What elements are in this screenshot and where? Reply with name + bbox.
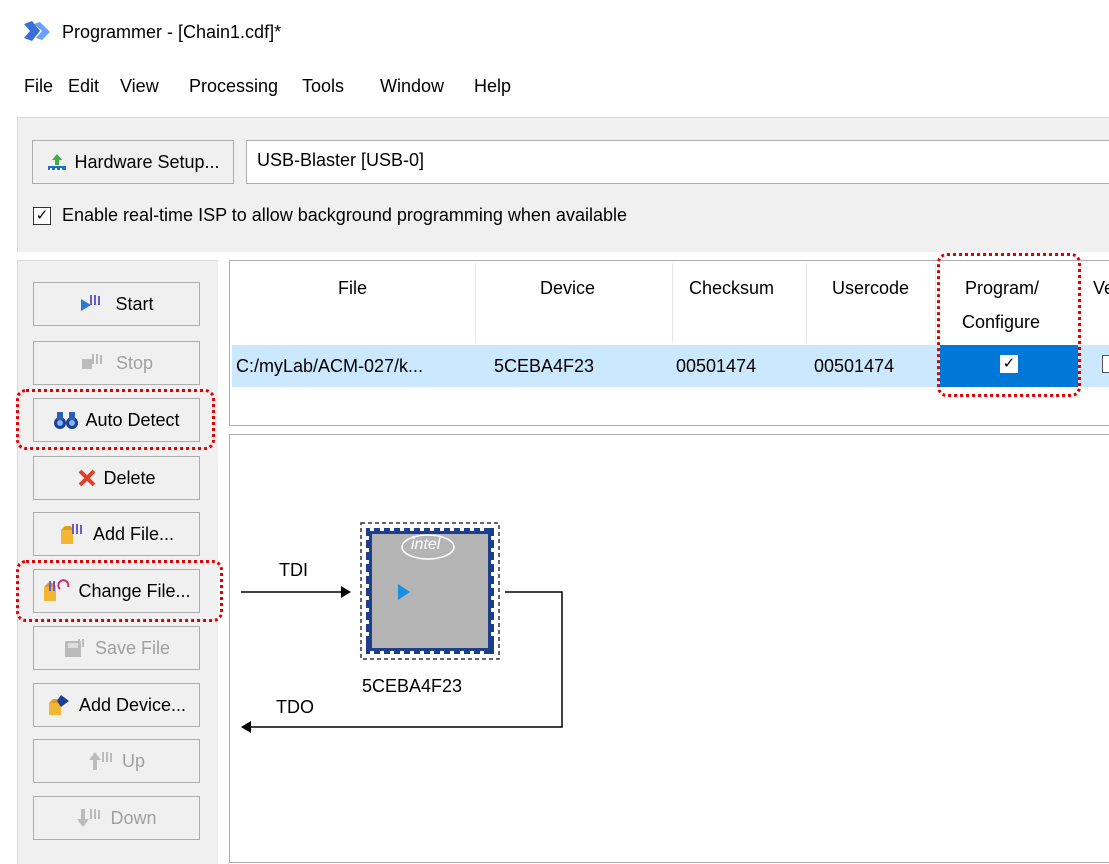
- cell-device[interactable]: 5CEBA4F23: [494, 356, 594, 377]
- tdo-label: TDO: [276, 697, 314, 717]
- menu-tools[interactable]: Tools: [302, 76, 344, 97]
- highlight-program-configure: [937, 253, 1081, 397]
- highlight-auto-detect: [16, 389, 215, 450]
- down-label: Down: [110, 807, 157, 828]
- save-file-icon: [63, 637, 89, 659]
- delete-x-icon: [77, 468, 97, 488]
- stop-icon: [80, 352, 110, 374]
- hardware-setup-button[interactable]: Hardware Setup...: [32, 140, 234, 184]
- add-file-label: Add File...: [92, 523, 175, 544]
- hardware-setup-label: Hardware Setup...: [74, 151, 220, 172]
- column-separator: [672, 263, 673, 343]
- programmer-app-icon: [22, 20, 52, 42]
- delete-button[interactable]: Delete: [33, 456, 200, 500]
- add-device-icon: [47, 693, 73, 717]
- hardware-panel: [17, 117, 1109, 252]
- save-file-button[interactable]: Save File: [33, 626, 200, 670]
- down-arrow-icon: [76, 807, 104, 829]
- menu-help[interactable]: Help: [474, 76, 511, 97]
- window-title: Programmer - [Chain1.cdf]*: [62, 22, 282, 42]
- column-separator: [806, 263, 807, 343]
- column-header-verify[interactable]: Ve: [1093, 278, 1109, 299]
- cell-file[interactable]: C:/myLab/ACM-027/k...: [236, 356, 423, 377]
- chip-name-label: 5CEBA4F23: [362, 676, 463, 696]
- highlight-change-file: [16, 560, 223, 622]
- save-file-label: Save File: [94, 637, 171, 658]
- realtime-isp-label: Enable real-time ISP to allow background…: [62, 205, 627, 225]
- menu-file[interactable]: File: [24, 76, 53, 97]
- column-header-device[interactable]: Device: [540, 278, 595, 299]
- add-file-icon: [59, 522, 87, 546]
- up-button[interactable]: Up: [33, 739, 200, 783]
- start-label: Start: [115, 293, 154, 314]
- column-separator: [935, 263, 936, 343]
- menu-view[interactable]: View: [120, 76, 159, 97]
- up-label: Up: [121, 750, 145, 771]
- verify-checkbox[interactable]: [1102, 355, 1109, 373]
- intel-logo-text: intel: [411, 536, 441, 553]
- intel-logo: intel: [398, 532, 458, 562]
- realtime-isp-checkbox[interactable]: ✓: [33, 207, 51, 225]
- column-separator: [475, 263, 476, 343]
- play-icon: [79, 293, 109, 315]
- stop-label: Stop: [115, 352, 154, 373]
- up-arrow-icon: [88, 750, 116, 772]
- menu-edit[interactable]: Edit: [68, 76, 99, 97]
- delete-label: Delete: [103, 467, 156, 488]
- add-file-button[interactable]: Add File...: [33, 512, 200, 556]
- add-device-button[interactable]: Add Device...: [33, 683, 200, 727]
- stop-button[interactable]: Stop: [33, 341, 200, 385]
- hardware-selected-field[interactable]: USB-Blaster [USB-0]: [246, 140, 1109, 184]
- hardware-setup-icon: [46, 152, 68, 172]
- column-header-usercode[interactable]: Usercode: [832, 278, 909, 299]
- column-header-file[interactable]: File: [338, 278, 367, 299]
- tdi-label: TDI: [279, 560, 308, 580]
- menu-processing[interactable]: Processing: [189, 76, 278, 97]
- add-device-label: Add Device...: [78, 694, 187, 715]
- menu-bar: [0, 62, 1109, 110]
- column-header-checksum[interactable]: Checksum: [689, 278, 774, 299]
- menu-window[interactable]: Window: [380, 76, 444, 97]
- start-button[interactable]: Start: [33, 282, 200, 326]
- down-button[interactable]: Down: [33, 796, 200, 840]
- cell-checksum[interactable]: 00501474: [676, 356, 756, 377]
- cell-usercode[interactable]: 00501474: [814, 356, 894, 377]
